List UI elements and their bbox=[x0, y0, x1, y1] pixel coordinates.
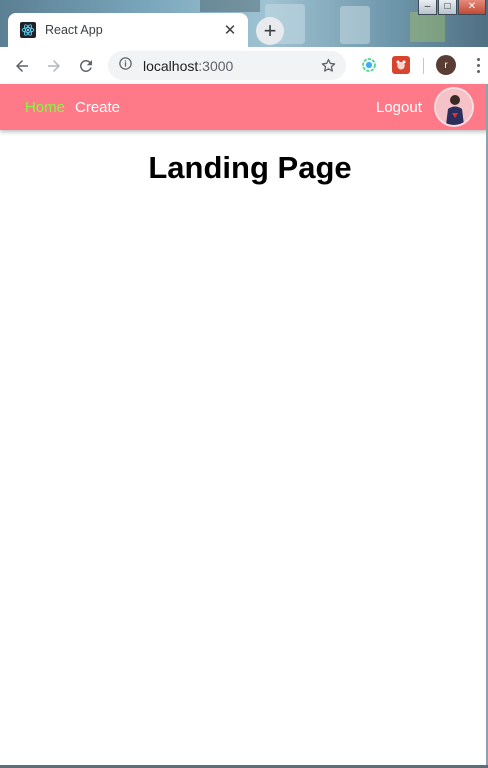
browser-toolbar: localhost:3000 bbox=[0, 47, 488, 84]
new-tab-button[interactable]: + bbox=[256, 17, 284, 45]
tab-close-icon[interactable]: ✕ bbox=[222, 21, 238, 39]
url-text: localhost:3000 bbox=[143, 58, 233, 74]
close-window-button[interactable]: ✕ bbox=[458, 0, 486, 15]
tab-title: React App bbox=[45, 23, 103, 37]
star-icon[interactable] bbox=[320, 57, 337, 79]
desktop-background bbox=[340, 6, 370, 44]
maximize-button[interactable]: □ bbox=[438, 0, 457, 15]
profile-avatar[interactable]: r bbox=[436, 55, 456, 75]
browser-tabstrip: – □ ✕ React App ✕ + bbox=[0, 0, 488, 47]
info-icon[interactable] bbox=[118, 56, 133, 76]
app-navbar: Home Create Logout bbox=[0, 84, 488, 130]
logout-link[interactable]: Logout bbox=[376, 99, 422, 116]
url-host: localhost bbox=[143, 57, 199, 74]
forward-arrow-icon[interactable] bbox=[40, 52, 68, 80]
window-controls: – □ ✕ bbox=[418, 0, 486, 16]
menu-icon[interactable] bbox=[470, 55, 486, 75]
minimize-button[interactable]: – bbox=[418, 0, 437, 15]
reload-icon[interactable] bbox=[72, 52, 100, 80]
back-arrow-icon[interactable] bbox=[8, 52, 36, 80]
nav-link-create[interactable]: Create bbox=[75, 99, 120, 116]
desktop-background bbox=[410, 12, 445, 42]
page-title: Landing Page bbox=[148, 150, 352, 185]
toolbar-divider bbox=[423, 58, 424, 74]
url-port: :3000 bbox=[198, 57, 234, 74]
address-bar[interactable]: localhost:3000 bbox=[108, 51, 346, 80]
browser-tab[interactable]: React App ✕ bbox=[8, 13, 248, 47]
extension-icon[interactable] bbox=[360, 56, 378, 74]
extension-icon[interactable] bbox=[392, 56, 410, 74]
nav-link-home[interactable]: Home bbox=[25, 99, 65, 116]
user-avatar[interactable] bbox=[434, 87, 474, 127]
react-icon bbox=[20, 22, 36, 38]
desktop-background bbox=[200, 0, 260, 12]
